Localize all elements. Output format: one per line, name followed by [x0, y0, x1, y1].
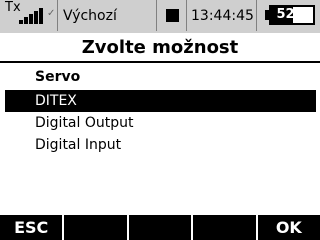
softkey-esc[interactable]: ESC [0, 215, 65, 240]
model-name: Výchozí [63, 8, 117, 24]
tx-label: Tx [5, 0, 21, 15]
signal-bar-2 [24, 17, 28, 24]
softkey-f4[interactable] [193, 215, 258, 240]
clock: 13:44:45 [191, 8, 254, 24]
softkey-f3[interactable] [129, 215, 194, 240]
option-group-header: Servo [35, 69, 81, 85]
softkey-bar: ESC OK [0, 215, 320, 240]
softkey-ok[interactable]: OK [258, 215, 320, 240]
signal-check-icon: ✓ [47, 8, 56, 19]
dialog-title: Zvolte možnost [81, 37, 239, 58]
battery-icon: 52% [269, 5, 315, 25]
status-bar: Tx ✓ Výchozí 13:44:45 52% [0, 0, 320, 33]
timer-state-cell [157, 0, 187, 31]
clock-cell: 13:44:45 [187, 0, 257, 31]
signal-bar-3 [29, 14, 33, 24]
battery-percent: 52% [276, 7, 308, 22]
model-name-cell[interactable]: Výchozí [58, 0, 157, 31]
softkey-f2[interactable] [64, 215, 129, 240]
tx-signal-indicator: Tx ✓ [0, 0, 58, 31]
signal-bar-1 [19, 20, 23, 24]
stop-icon [166, 9, 179, 22]
signal-bar-4 [34, 11, 38, 24]
option-digital-input[interactable]: Digital Input [5, 134, 316, 156]
battery-indicator: 52% [257, 0, 320, 31]
option-ditex[interactable]: DITEX [5, 90, 316, 112]
title-divider [0, 61, 320, 63]
signal-bar-5 [39, 8, 43, 24]
option-digital-output[interactable]: Digital Output [5, 112, 316, 134]
